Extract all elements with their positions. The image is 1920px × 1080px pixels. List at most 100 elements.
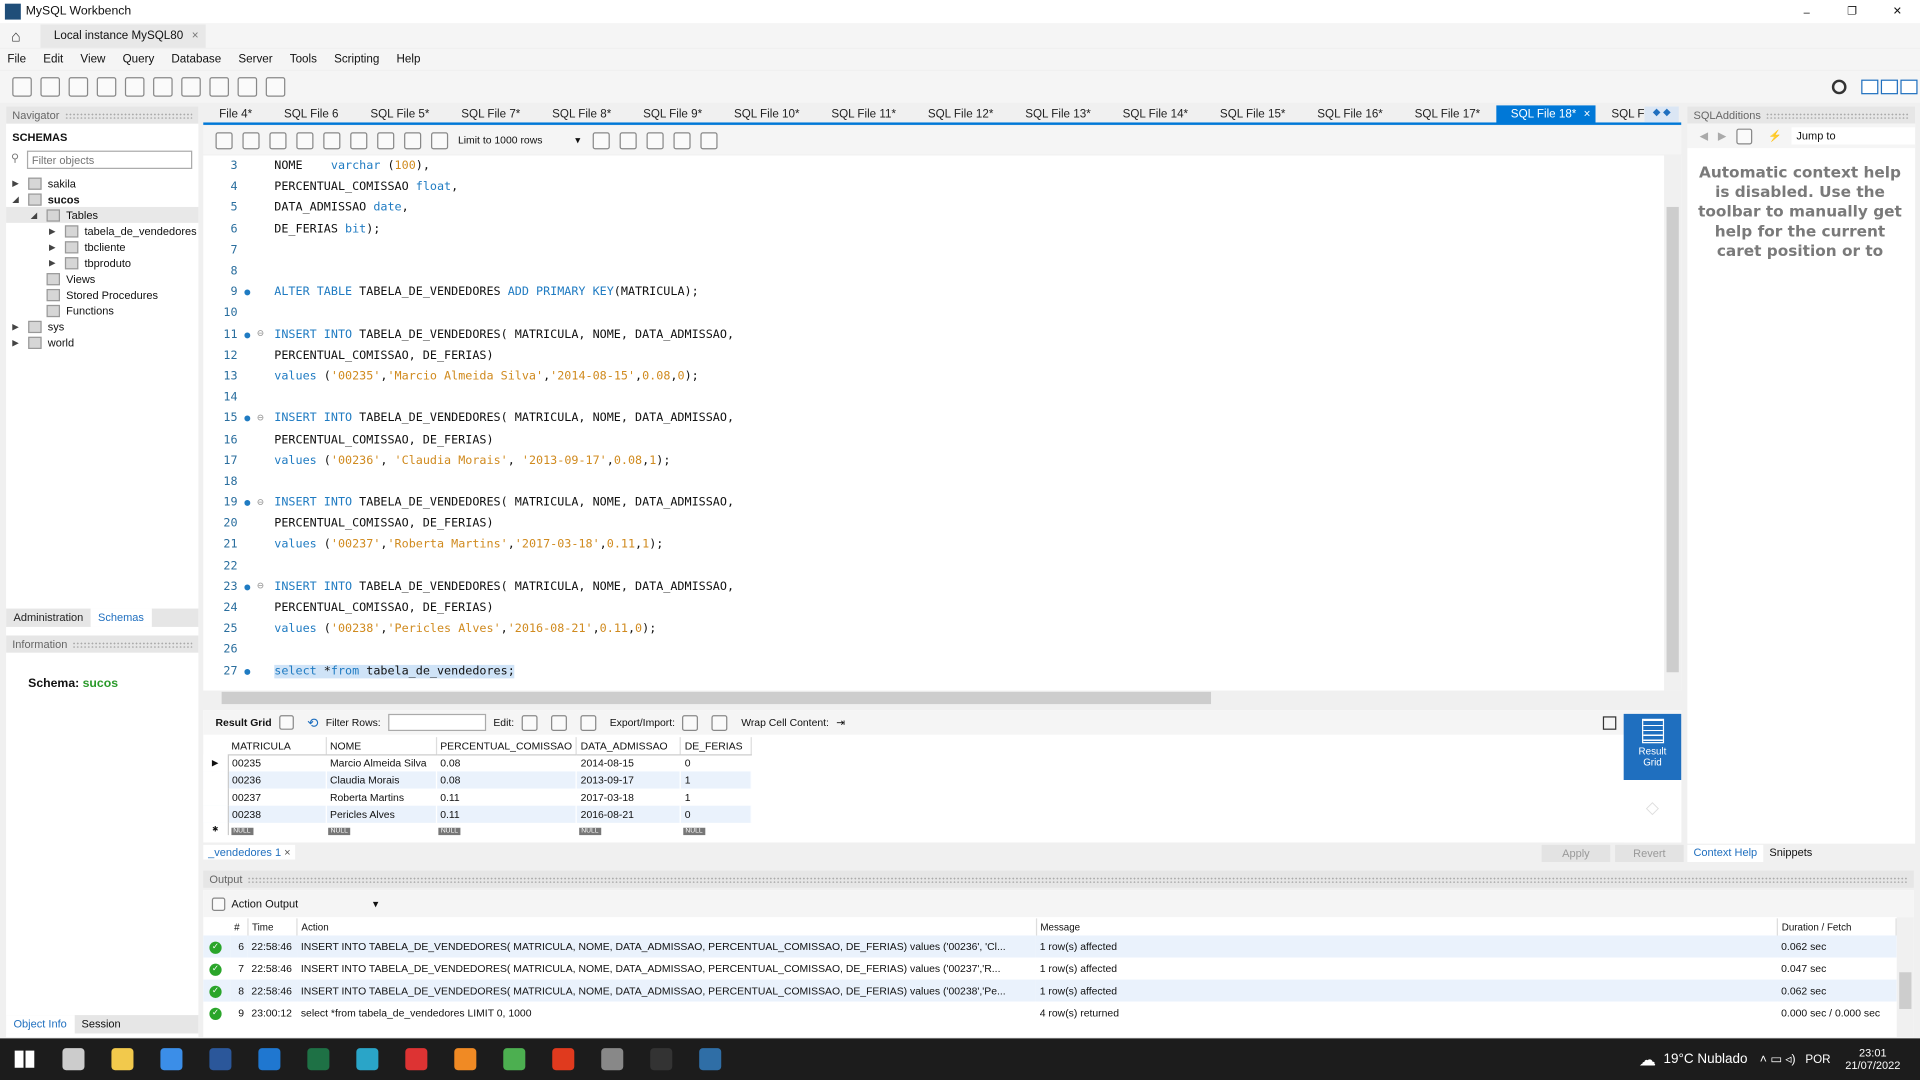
- search-table-data-icon[interactable]: [237, 77, 258, 97]
- grid-cell[interactable]: 2017-03-18: [576, 788, 682, 806]
- grid-cell[interactable]: Pericles Alves: [325, 805, 437, 823]
- menu-database[interactable]: Database: [171, 53, 221, 66]
- tab-sql-file[interactable]: SQL File 15*: [1204, 105, 1301, 122]
- beautify-icon[interactable]: [619, 131, 637, 149]
- column-header[interactable]: #: [230, 918, 249, 936]
- store-icon[interactable]: [160, 1048, 183, 1071]
- grid-cell[interactable]: 0.11: [435, 788, 577, 806]
- expand-icon[interactable]: ◢: [12, 194, 24, 204]
- tab-sql-file[interactable]: SQL File 8*: [536, 105, 627, 122]
- grid-cell[interactable]: 00236: [227, 771, 327, 789]
- tab-sql-file[interactable]: SQL File 11*: [815, 105, 912, 122]
- calculator-icon[interactable]: [601, 1048, 624, 1071]
- apply-button[interactable]: Apply: [1541, 844, 1611, 863]
- weather[interactable]: 19°C Nublado: [1664, 1052, 1748, 1067]
- filter-rows-input[interactable]: [388, 713, 487, 732]
- word-icon[interactable]: [209, 1048, 232, 1071]
- restore-button[interactable]: ❐: [1829, 5, 1874, 18]
- tab-sql-file[interactable]: SQL File 12*: [912, 105, 1009, 122]
- tab-sql-file[interactable]: SQL File 7*: [445, 105, 536, 122]
- output-row[interactable]: ✓ 7 22:58:46 INSERT INTO TABELA_DE_VENDEDOR…: [203, 958, 1896, 980]
- task-view-icon[interactable]: [62, 1048, 85, 1071]
- grid-cell[interactable]: 2013-09-17: [576, 771, 682, 789]
- filter-objects-input[interactable]: [26, 150, 193, 169]
- grid-cell[interactable]: NULL: [680, 823, 751, 835]
- grid-cell[interactable]: NULL: [436, 823, 576, 835]
- tab-schemas[interactable]: Schemas: [90, 608, 152, 627]
- tree-item[interactable]: Functions: [6, 302, 198, 318]
- grid-cell[interactable]: 1: [680, 771, 753, 789]
- expand-icon[interactable]: ▶: [49, 258, 61, 268]
- tree-item[interactable]: Stored Procedures: [6, 287, 198, 303]
- limit-rows-select[interactable]: Limit to 1000 rows ▾: [458, 133, 580, 146]
- grid-cell[interactable]: 00238: [227, 805, 327, 823]
- execute-current-icon[interactable]: [296, 131, 314, 149]
- open-sql-script-icon[interactable]: [40, 77, 61, 97]
- mail-icon[interactable]: [258, 1048, 281, 1071]
- new-schema-icon[interactable]: [96, 77, 117, 97]
- column-header[interactable]: MATRICULA: [227, 737, 327, 755]
- grid-cell[interactable]: NULL: [576, 823, 680, 835]
- new-view-icon[interactable]: [153, 77, 173, 97]
- app-icon[interactable]: [405, 1048, 428, 1071]
- stop-icon[interactable]: [350, 131, 368, 149]
- fold-icon[interactable]: ⊖: [257, 328, 274, 340]
- export-icon[interactable]: [682, 714, 699, 731]
- grid-cell[interactable]: 0.08: [435, 771, 577, 789]
- context-help-icon[interactable]: [1736, 127, 1753, 144]
- column-header[interactable]: DATA_ADMISSAO: [576, 737, 682, 755]
- grid-cell[interactable]: NULL: [228, 823, 326, 835]
- start-button[interactable]: [14, 1050, 35, 1068]
- tab-sql-file[interactable]: SQL File 13*: [1009, 105, 1106, 122]
- jump-to-select[interactable]: Jump to: [1791, 127, 1916, 145]
- edit-row-icon[interactable]: [521, 714, 538, 731]
- toggle-output-icon[interactable]: [1880, 79, 1898, 95]
- output-table[interactable]: # Time Action Message Duration / Fetch ✓ 6 22:5…: [203, 918, 1897, 1023]
- autocommit-icon[interactable]: [431, 131, 449, 149]
- explain-icon[interactable]: [323, 131, 341, 149]
- excel-icon[interactable]: [307, 1048, 330, 1071]
- grid-cell[interactable]: 00237: [227, 788, 327, 806]
- new-table-icon[interactable]: [124, 77, 145, 97]
- import-icon[interactable]: [711, 714, 728, 731]
- new-sql-tab-icon[interactable]: [12, 77, 32, 97]
- execute-icon[interactable]: [269, 131, 287, 149]
- terminal-icon[interactable]: [650, 1048, 673, 1071]
- new-function-icon[interactable]: [209, 77, 229, 97]
- menu-help[interactable]: Help: [396, 53, 420, 66]
- expand-icon[interactable]: ◢: [31, 210, 43, 220]
- tab-sql-file[interactable]: SQL File 14*: [1107, 105, 1204, 122]
- output-row[interactable]: ✓ 6 22:58:46 INSERT INTO TABELA_DE_VENDEDOR…: [203, 935, 1897, 958]
- clock[interactable]: 23:01 21/07/2022: [1845, 1047, 1900, 1071]
- fold-icon[interactable]: ⊖: [257, 581, 274, 593]
- grid-cell[interactable]: 0.11: [435, 805, 577, 823]
- expand-icon[interactable]: ▶: [12, 321, 24, 332]
- editor-vscrollbar[interactable]: [1664, 155, 1682, 691]
- office-icon[interactable]: [552, 1048, 575, 1071]
- open-file-icon[interactable]: [215, 131, 233, 149]
- column-header[interactable]: Duration / Fetch: [1777, 918, 1897, 936]
- find-icon[interactable]: [646, 131, 664, 149]
- grid-icon[interactable]: [278, 715, 294, 730]
- minimize-button[interactable]: –: [1784, 6, 1829, 18]
- commit-icon[interactable]: [377, 131, 395, 149]
- grid-cell[interactable]: 0: [680, 754, 753, 772]
- connection-tab[interactable]: Local instance MySQL80 ×: [40, 24, 206, 48]
- toggle-secondary-icon[interactable]: [1900, 79, 1918, 95]
- file-explorer-icon[interactable]: [111, 1048, 134, 1071]
- delete-row-icon[interactable]: [580, 714, 597, 731]
- grid-cell[interactable]: 0: [680, 805, 753, 823]
- grid-cell[interactable]: 2014-08-15: [576, 754, 682, 772]
- table-row[interactable]: 00236 Claudia Morais 0.08 2013-09-17 1: [203, 771, 753, 789]
- editor-hscrollbar[interactable]: [203, 690, 1665, 706]
- settings-icon[interactable]: [1831, 79, 1847, 95]
- grid-cell[interactable]: NULL: [326, 823, 436, 835]
- close-window-button[interactable]: ✕: [1875, 5, 1920, 18]
- fold-icon[interactable]: ⊖: [257, 497, 274, 509]
- result-tab[interactable]: _vendedores 1 ×: [203, 844, 296, 860]
- menu-edit[interactable]: Edit: [43, 53, 63, 66]
- auto-help-icon[interactable]: ⚡: [1768, 129, 1782, 142]
- tab-sql-file[interactable]: SQL File 10*: [718, 105, 815, 122]
- side-scroll-icon[interactable]: ◇: [1623, 780, 1682, 843]
- output-scrollbar[interactable]: [1896, 917, 1914, 1038]
